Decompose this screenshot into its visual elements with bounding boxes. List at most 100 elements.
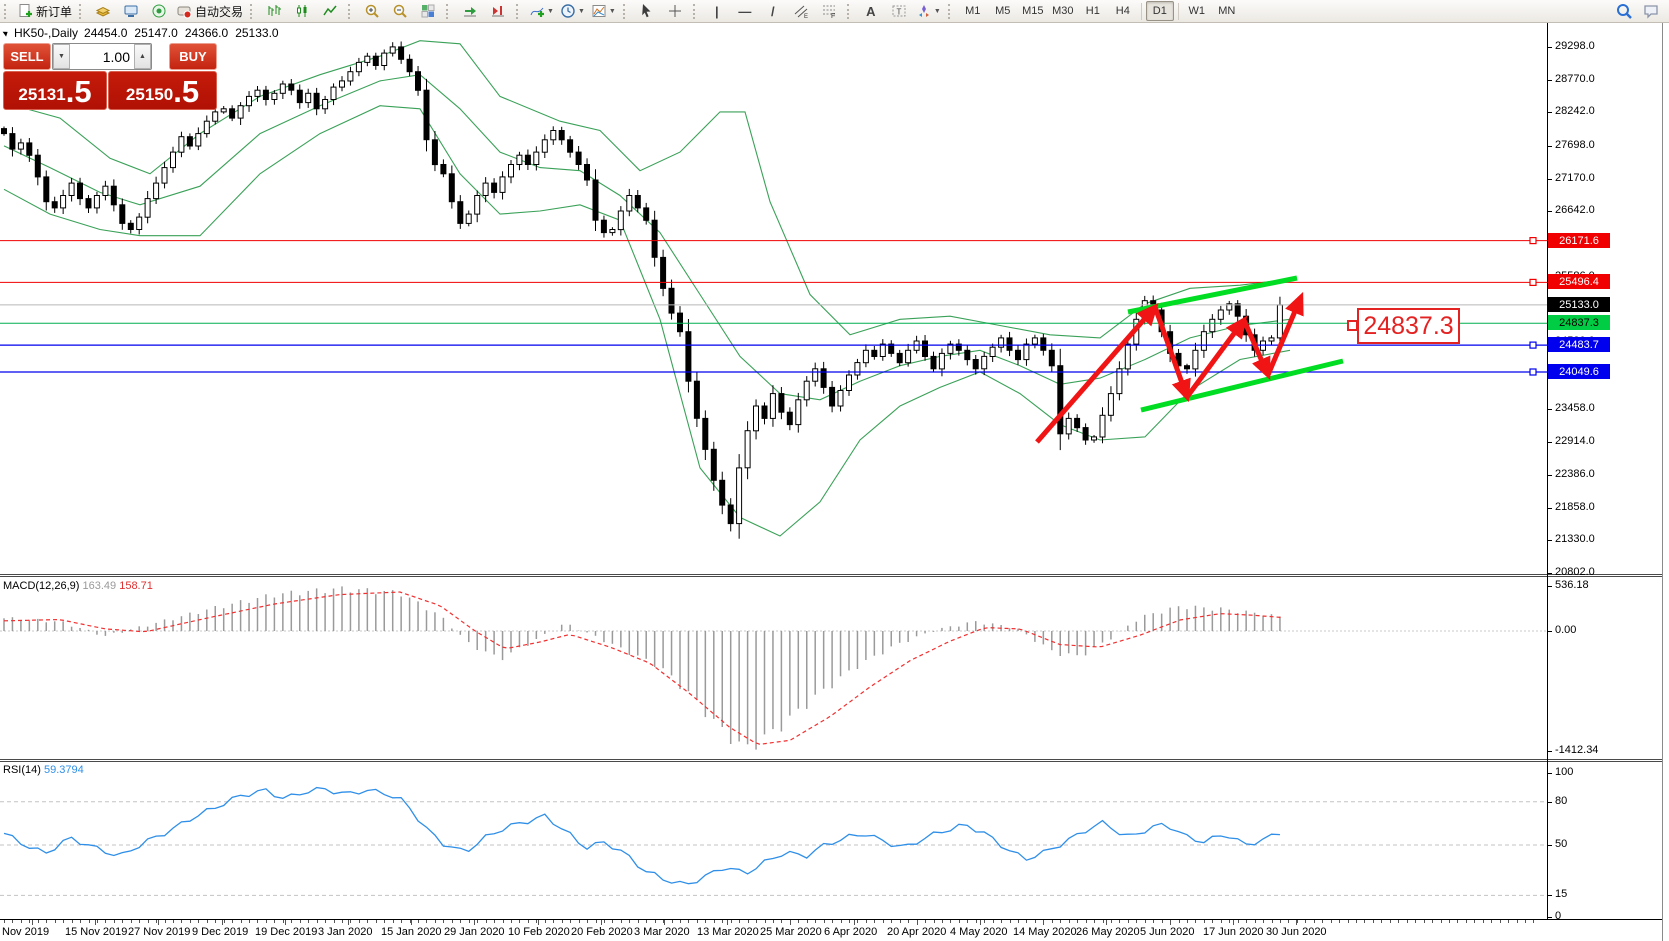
price-tick-label: 27170.0 [1555,172,1595,184]
shapes-button[interactable]: ▼ [913,0,944,22]
volume-stepper[interactable]: ▼ 1.00 ▲ [52,43,152,70]
cursor-button[interactable] [633,0,661,22]
profiles-button[interactable] [89,0,117,22]
templates-button[interactable]: ▼ [588,0,619,22]
sell-button[interactable]: SELL [3,43,51,70]
date-minor-tick [215,920,216,923]
date-minor-tick [1457,920,1458,923]
price-tick-label: 26642.0 [1555,204,1595,216]
date-minor-tick [511,920,512,923]
channel-button[interactable]: E [787,0,815,22]
date-minor-tick [283,920,284,923]
date-label: 4 May 2020 [950,926,1007,938]
buy-price[interactable]: 25150 .5 [108,71,217,110]
chevron-down-icon[interactable]: ▼ [578,8,585,15]
timeframe-button-h1[interactable]: H1 [1079,1,1107,21]
text-label-button[interactable]: T [885,0,913,22]
tile-windows-button[interactable] [414,0,442,22]
volume-value[interactable]: 1.00 [70,44,134,69]
bar-chart-button[interactable] [260,0,288,22]
chevron-down-icon[interactable]: ▼ [547,8,554,15]
price-scale[interactable]: 29298.028770.028242.027698.027170.026642… [1548,22,1662,920]
zoom-out-button[interactable] [386,0,414,22]
trendline-button[interactable]: / [759,0,787,22]
date-minor-tick [1424,920,1425,923]
date-minor-tick [1500,920,1501,923]
chat-button[interactable] [1643,2,1661,20]
date-minor-tick [486,920,487,923]
terminal-button[interactable] [117,0,145,22]
horizontal-line-button[interactable]: — [731,0,759,22]
text-button[interactable]: A [857,0,885,22]
date-minor-tick [1288,920,1289,923]
timeframe-button-m1[interactable]: M1 [959,1,987,21]
chart-window[interactable]: HK50-,Daily 24454.0 25147.0 24366.0 2513… [0,22,1669,941]
date-minor-tick [722,920,723,923]
date-minor-tick [1103,920,1104,923]
toolbar-separator [1141,3,1142,20]
annotation-anchor-marker[interactable] [1347,320,1358,331]
chevron-down-icon[interactable]: ▼ [934,8,941,15]
axis-tick [1548,895,1552,896]
date-minor-tick [1474,920,1475,923]
zoom-in-button[interactable] [358,0,386,22]
volume-increase-button[interactable]: ▲ [134,44,151,69]
date-major-tick [1106,920,1107,925]
date-minor-tick [748,920,749,923]
date-minor-tick [1381,920,1382,923]
toolbar-separator [1178,3,1179,20]
timeframe-button-m15[interactable]: M15 [1019,1,1047,21]
auto-scroll-button[interactable] [456,0,484,22]
macd-name: MACD(12,26,9) [3,580,79,592]
periods-button[interactable]: ▼ [557,0,588,22]
crosshair-button[interactable] [661,0,689,22]
timeframe-button-w1[interactable]: W1 [1183,1,1211,21]
indicators-button[interactable]: ▼ [526,0,557,22]
price-tick-label: 29298.0 [1555,40,1595,52]
timeframe-button-m5[interactable]: M5 [989,1,1017,21]
macd-histogram [4,586,1280,749]
date-scale[interactable]: Nov 201915 Nov 201927 Nov 20199 Dec 2019… [0,920,1662,941]
rsi-indicator-pane[interactable] [0,762,1547,919]
volume-decrease-button[interactable]: ▼ [53,44,70,69]
date-minor-tick [976,920,977,923]
chart-shift-button[interactable] [484,0,512,22]
vertical-line-button[interactable]: | [703,0,731,22]
timeframe-button-mn[interactable]: MN [1213,1,1241,21]
sell-price[interactable]: 25131 .5 [3,71,107,110]
chevron-down-icon[interactable]: ▼ [609,8,616,15]
date-label: 20 Feb 2020 [571,926,633,938]
price-tick-label: 536.18 [1555,579,1589,591]
fibonacci-button[interactable]: F [815,0,843,22]
date-minor-tick [1483,920,1484,923]
date-minor-tick [105,920,106,923]
timeframe-button-d1[interactable]: D1 [1146,1,1174,21]
date-minor-tick [1128,920,1129,923]
auto-trading-button[interactable]: 自动交易 [173,0,246,22]
date-minor-tick [257,920,258,923]
pane-separator[interactable] [0,759,1662,760]
date-minor-tick [55,920,56,923]
price-annotation-label[interactable]: 24837.3 [1357,308,1460,344]
candlestick-chart-button[interactable] [288,0,316,22]
date-major-tick [474,920,475,925]
timeframe-button-h4[interactable]: H4 [1109,1,1137,21]
strategy-tester-button[interactable] [145,0,173,22]
main-price-chart[interactable] [0,22,1547,574]
date-minor-tick [1212,920,1213,923]
buy-button[interactable]: BUY [169,43,217,70]
date-major-tick [1233,920,1234,925]
pane-separator[interactable] [0,574,1662,575]
line-chart-button[interactable] [316,0,344,22]
macd-indicator-pane[interactable] [0,578,1547,759]
timeframe-button-m30[interactable]: M30 [1049,1,1077,21]
new-order-button[interactable]: 新订单 [14,0,75,22]
date-minor-tick [824,920,825,923]
date-minor-tick [900,920,901,923]
ohlc-high: 25147.0 [134,26,177,40]
pane-separator[interactable] [0,576,1662,577]
price-badge-25133.0: 25133.0 [1548,297,1610,312]
search-button[interactable] [1615,2,1633,20]
date-major-tick [601,920,602,925]
date-minor-tick [452,920,453,923]
